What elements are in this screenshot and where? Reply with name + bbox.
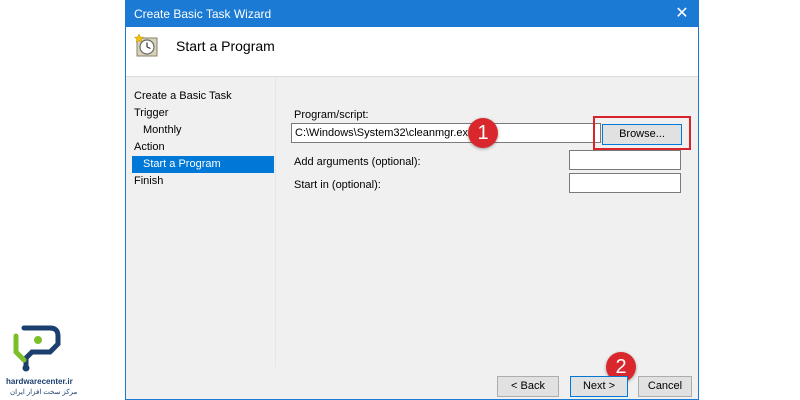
window-title: Create Basic Task Wizard	[134, 7, 272, 21]
step-start-a-program[interactable]: Start a Program	[132, 156, 274, 173]
step-1-badge: 1	[468, 118, 498, 148]
wizard-header: Start a Program	[126, 27, 698, 77]
program-script-label: Program/script:	[294, 109, 369, 121]
add-arguments-label: Add arguments (optional):	[294, 156, 421, 168]
sidebar-divider	[275, 77, 276, 367]
browse-highlight-box	[593, 116, 691, 150]
step-action[interactable]: Action	[126, 139, 276, 156]
watermark-logo: hardwarecenter.ir مرکز سخت افزار ایران	[4, 322, 78, 400]
step-monthly[interactable]: Monthly	[126, 122, 276, 139]
step-finish[interactable]: Finish	[126, 173, 276, 190]
back-button[interactable]: < Back	[497, 376, 559, 397]
step-create-basic-task[interactable]: Create a Basic Task	[126, 88, 276, 105]
page-heading: Start a Program	[176, 38, 275, 54]
program-script-input[interactable]: C:\Windows\System32\cleanmgr.exe	[291, 123, 601, 143]
start-in-input[interactable]	[569, 173, 681, 193]
add-arguments-input[interactable]	[569, 150, 681, 170]
watermark-brand: hardwarecenter.ir	[6, 377, 73, 386]
wizard-steps-sidebar: Create a Basic Task Trigger Monthly Acti…	[126, 88, 276, 190]
title-bar: Create Basic Task Wizard ✕	[126, 1, 698, 27]
cancel-button[interactable]: Cancel	[638, 376, 692, 397]
circuit-logo-icon	[13, 325, 61, 372]
step-trigger[interactable]: Trigger	[126, 105, 276, 122]
wizard-window: Create Basic Task Wizard ✕ Start a Progr…	[125, 0, 699, 400]
start-in-label: Start in (optional):	[294, 179, 381, 191]
close-icon[interactable]: ✕	[672, 4, 692, 24]
watermark-tagline: مرکز سخت افزار ایران	[10, 389, 78, 396]
next-button[interactable]: Next >	[570, 376, 628, 397]
scheduled-task-icon	[134, 33, 158, 57]
